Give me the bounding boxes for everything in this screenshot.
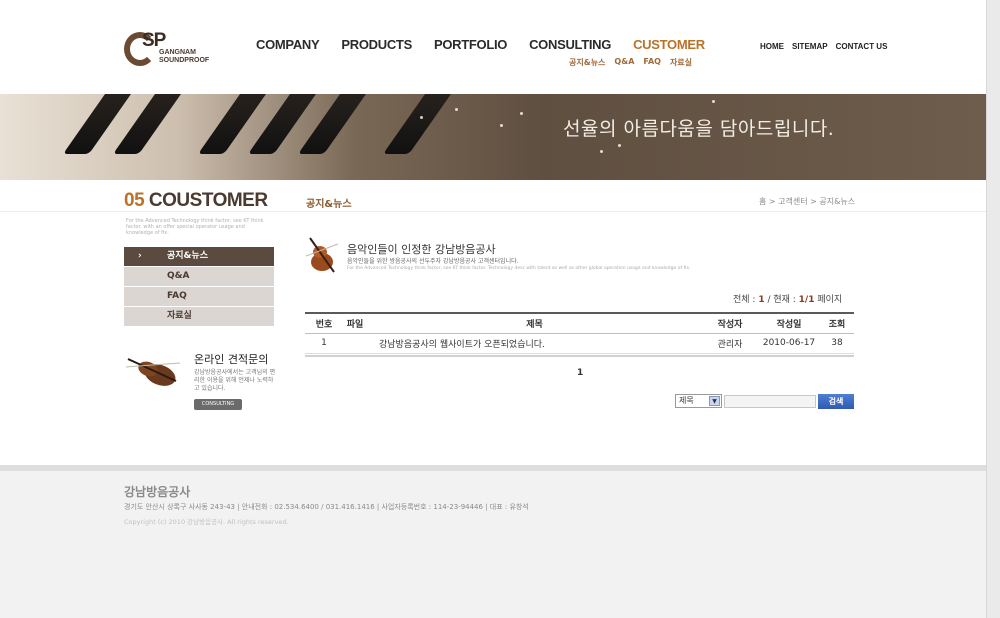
row-views: 38 xyxy=(820,333,854,354)
subnav-qna[interactable]: Q&A xyxy=(614,57,634,68)
arrow-right-icon: › xyxy=(138,251,142,261)
nav-customer[interactable]: CUSTOMER xyxy=(633,37,705,52)
subnav-faq[interactable]: FAQ xyxy=(643,57,661,68)
subnav-archive[interactable]: 자료실 xyxy=(670,57,692,68)
col-date: 작성일 xyxy=(758,312,820,334)
footer: 강남방음공사 경기도 안산시 상록구 사사동 243-43 | 안내전화 : 0… xyxy=(0,471,986,618)
board-intro: 음악인들이 인정한 강남방음공사 음악인들을 위한 방음공사의 선두주자 강남방… xyxy=(304,236,854,276)
utility-navigation: HOME SITEMAP CONTACT US xyxy=(760,42,895,51)
col-file: 파일 xyxy=(343,312,367,334)
nav-products[interactable]: PRODUCTS xyxy=(341,37,412,52)
col-author: 작성자 xyxy=(702,312,758,334)
col-title: 제목 xyxy=(367,312,702,334)
row-title-link[interactable]: 강남방음공사의 웹사이트가 오픈되었습니다. xyxy=(367,333,702,354)
search-field-select[interactable]: 제목 ▼ xyxy=(675,394,722,408)
inquiry-description: 강남방음공사에서는 고객님의 편리한 이용을 위해 언제나 노력하고 있습니다. xyxy=(194,369,276,392)
consulting-button[interactable]: CONSULTING xyxy=(194,399,242,410)
banner-slogan: 선율의 아름다움을 담아드립니다. xyxy=(563,118,835,140)
footer-company-name: 강남방음공사 xyxy=(124,485,191,499)
left-menu-qna[interactable]: Q&A xyxy=(124,267,274,286)
piano-banner: 선율의 아름다움을 담아드립니다. xyxy=(0,94,986,180)
intro-title: 음악인들이 인정한 강남방음공사 xyxy=(347,243,496,256)
chevron-down-icon[interactable]: ▼ xyxy=(709,396,720,406)
table-row[interactable]: 1 강남방음공사의 웹사이트가 오픈되었습니다. 관리자 2010-06-17 … xyxy=(305,333,854,354)
piano-keys-image xyxy=(0,94,492,180)
notice-board-table: 번호 파일 제목 작성자 작성일 조회 1 강남방음공사의 웹사이트가 오픈되었… xyxy=(305,312,854,354)
search-button[interactable]: 검색 xyxy=(818,393,854,409)
nav-portfolio[interactable]: PORTFOLIO xyxy=(434,37,507,52)
left-menu-faq[interactable]: FAQ xyxy=(124,287,274,306)
main-navigation: COMPANY PRODUCTS PORTFOLIO CONSULTING CU… xyxy=(256,37,727,52)
customer-subnav: 공지&뉴스 Q&A FAQ 자료실 xyxy=(569,57,701,68)
util-home[interactable]: HOME xyxy=(760,42,784,51)
row-author: 관리자 xyxy=(702,333,758,354)
breadcrumb: 홈 > 고객센터 > 공지&뉴스 xyxy=(759,197,856,206)
intro-english-text: For the Advanced Technology think factor… xyxy=(347,266,691,271)
left-menu-archive[interactable]: 자료실 xyxy=(124,307,274,326)
board-search: 제목 ▼ 검색 xyxy=(675,393,854,409)
section-description: For the Advanced Technology think factor… xyxy=(126,218,264,236)
footer-copyright: Copyright (c) 2010 강남방음공사. All rights re… xyxy=(124,518,289,526)
search-input[interactable] xyxy=(724,394,816,408)
gsp-logo[interactable]: SP GANGNAM SOUNDPROOF xyxy=(124,30,214,70)
inquiry-title: 온라인 견적문의 xyxy=(194,353,269,366)
footer-address: 경기도 안산시 상록구 사사동 243-43 | 안내전화 : 02.534.6… xyxy=(124,503,529,511)
col-views: 조회 xyxy=(820,312,854,334)
left-menu: › 공지&뉴스 Q&A FAQ 자료실 xyxy=(124,247,274,327)
vertical-scrollbar[interactable] xyxy=(986,0,1000,618)
table-bottom-line xyxy=(305,355,854,357)
nav-consulting[interactable]: CONSULTING xyxy=(529,37,611,52)
logo-subtitle: GANGNAM SOUNDPROOF xyxy=(159,49,210,64)
util-contact[interactable]: CONTACT US xyxy=(836,42,888,51)
section-title: 05 COUSTOMER xyxy=(124,190,268,211)
section-divider xyxy=(0,211,986,212)
page-title: 공지&뉴스 xyxy=(306,199,352,210)
online-inquiry-box: 온라인 견적문의 강남방음공사에서는 고객님의 편리한 이용을 위해 언제나 노… xyxy=(124,347,276,417)
page-count: 전체 : 1 / 현재 : 1/1 페이지 xyxy=(733,295,843,305)
row-file xyxy=(343,333,367,354)
violin-player-icon xyxy=(305,237,339,273)
col-number: 번호 xyxy=(305,312,343,334)
intro-subtitle: 음악인들을 위한 방음공사의 선두주자 강남방음공사 고객센터입니다. xyxy=(347,258,519,265)
violin-icon xyxy=(126,358,181,386)
left-menu-notice[interactable]: › 공지&뉴스 xyxy=(124,247,274,266)
nav-company[interactable]: COMPANY xyxy=(256,37,320,52)
util-sitemap[interactable]: SITEMAP xyxy=(792,42,828,51)
row-date: 2010-06-17 xyxy=(758,333,820,354)
subnav-notice[interactable]: 공지&뉴스 xyxy=(569,57,605,68)
row-number: 1 xyxy=(305,333,343,354)
pagination-page-1[interactable]: 1 xyxy=(577,368,583,378)
